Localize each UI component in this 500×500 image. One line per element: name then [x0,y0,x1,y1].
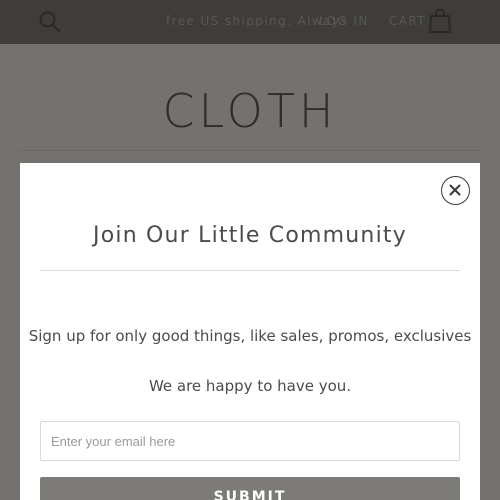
search-button[interactable] [38,10,62,34]
header-divider [20,150,480,151]
popup-description: Sign up for only good things, like sales… [28,327,472,345]
popup-subtext: We are happy to have you. [148,377,352,395]
newsletter-popup: Join Our Little Community Sign up for on… [20,163,480,500]
login-link[interactable]: LOG IN [319,14,369,28]
shopping-bag-icon [429,8,451,33]
popup-title: Join Our Little Community [93,223,407,248]
close-popup-button[interactable] [441,176,470,205]
site-logo[interactable]: CLOTH [0,84,500,138]
popup-divider [40,270,460,271]
search-icon [39,11,61,33]
cart-button[interactable] [428,8,452,34]
cart-link[interactable]: CART [389,14,426,28]
top-bar: free US shipping. Always LOG IN CART [0,0,500,44]
close-icon [449,184,461,196]
email-input[interactable] [40,421,460,461]
submit-button[interactable]: SUBMIT [40,477,460,500]
